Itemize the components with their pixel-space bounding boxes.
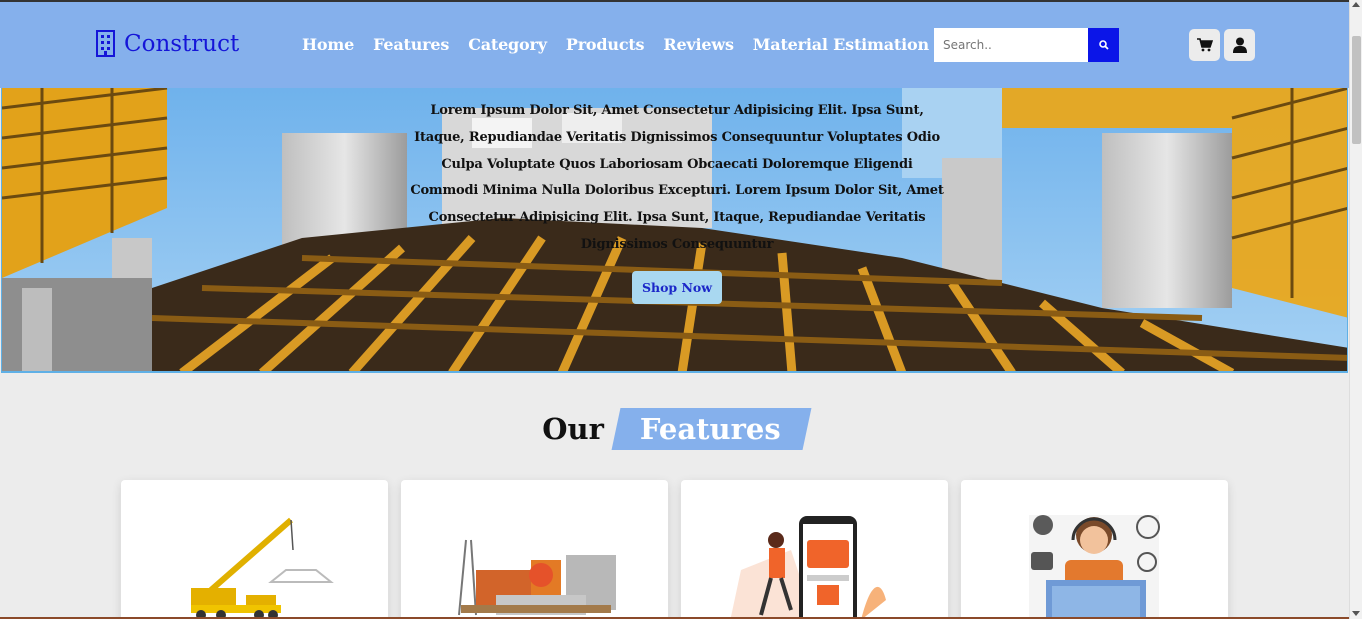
scroll-down-arrow-icon[interactable] [1352,611,1360,616]
feature-card[interactable] [961,480,1228,619]
site-header: Construct Home Features Category Product… [0,2,1349,88]
hero-description: Lorem Ipsum Dolor Sit, Amet Consectetur … [410,103,944,252]
nav-category[interactable]: Category [468,35,547,54]
search-input[interactable] [934,28,1088,62]
feature-card[interactable] [121,480,388,619]
crane-icon [191,517,334,619]
user-account-button[interactable] [1224,29,1255,61]
search-box [934,28,1119,62]
building-icon [96,30,115,57]
search-button[interactable] [1088,28,1119,62]
feature-card[interactable] [401,480,668,619]
scroll-thumb[interactable] [1352,36,1361,144]
user-icon [1232,37,1247,53]
hero-banner: Lorem Ipsum Dolor Sit, Amet Consectetur … [1,88,1348,373]
site-logo[interactable]: Construct [94,30,239,58]
nav-reviews[interactable]: Reviews [663,35,734,54]
customer-support-icon [1029,515,1160,619]
feature-card[interactable] [681,480,948,619]
features-heading: Our Features [0,408,1349,450]
cart-icon [1196,38,1213,52]
nav-material-estimation[interactable]: Material Estimation [753,35,929,54]
logo-text: Construct [124,31,240,57]
building-materials-icon [458,539,616,616]
nav-features[interactable]: Features [373,35,449,54]
heading-our: Our [542,412,604,446]
nav-products[interactable]: Products [566,35,645,54]
hero-content: Lorem Ipsum Dolor Sit, Amet Consectetur … [407,98,947,304]
search-icon [1098,40,1109,50]
page-scrollbar[interactable] [1349,0,1362,619]
scroll-up-arrow-icon[interactable] [1352,2,1360,7]
main-nav: Home Features Category Products Reviews … [302,35,929,54]
features-list [121,480,1228,619]
heading-features: Features [616,408,807,450]
shop-now-button[interactable]: Shop Now [631,270,723,304]
mobile-app-icon [730,516,886,619]
nav-home[interactable]: Home [302,35,354,54]
cart-button[interactable] [1189,29,1220,61]
